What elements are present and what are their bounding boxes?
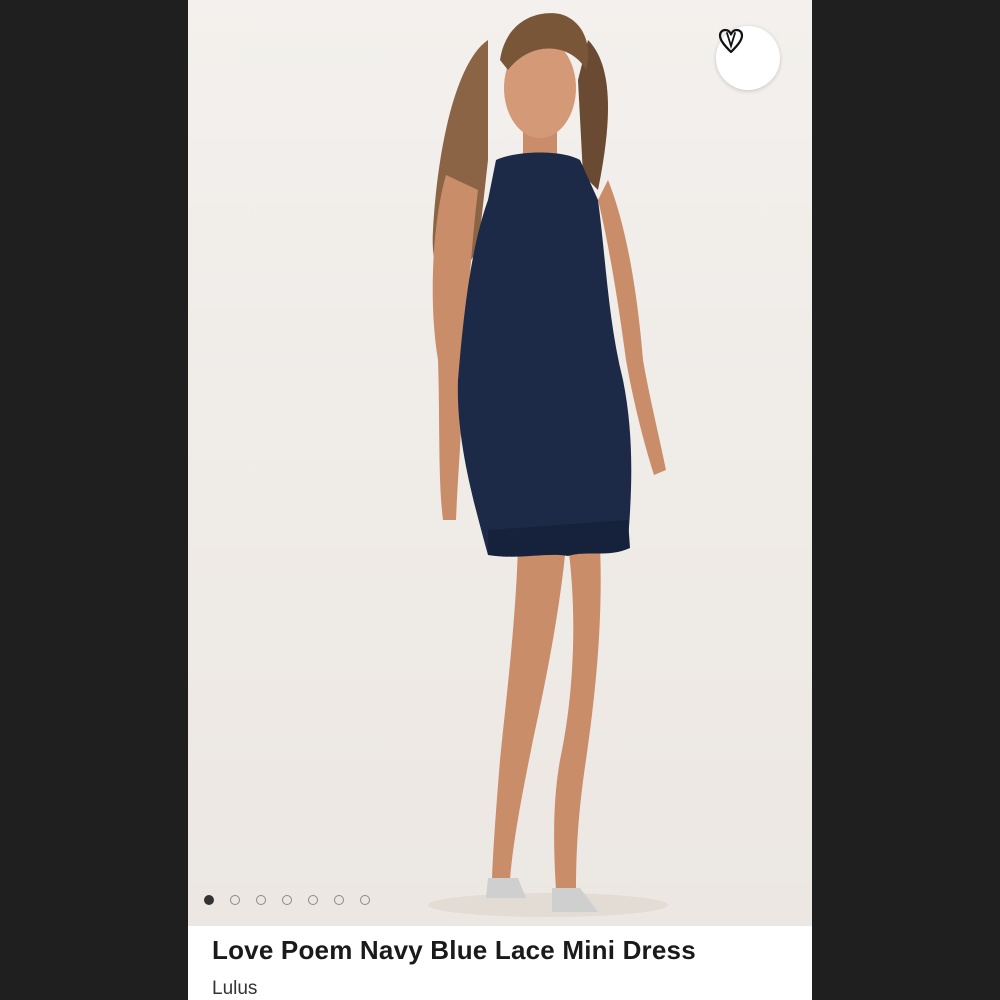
carousel-indicators — [204, 895, 370, 905]
carousel-dot[interactable] — [360, 895, 370, 905]
product-photo[interactable] — [188, 0, 812, 926]
product-brand[interactable]: Lulus — [212, 978, 257, 1000]
carousel-dot[interactable] — [334, 895, 344, 905]
listing-card: Love Poem Navy Blue Lace Mini Dress Lulu… — [188, 0, 812, 1000]
carousel-dot[interactable] — [308, 895, 318, 905]
product-photo-illustration — [428, 13, 668, 917]
carousel-dot[interactable] — [204, 895, 214, 905]
carousel-dot[interactable] — [256, 895, 266, 905]
carousel-dot[interactable] — [282, 895, 292, 905]
carousel-dot[interactable] — [230, 895, 240, 905]
product-title[interactable]: Love Poem Navy Blue Lace Mini Dress — [212, 935, 696, 966]
heart-outline-icon — [718, 28, 744, 54]
like-button[interactable] — [716, 26, 780, 90]
